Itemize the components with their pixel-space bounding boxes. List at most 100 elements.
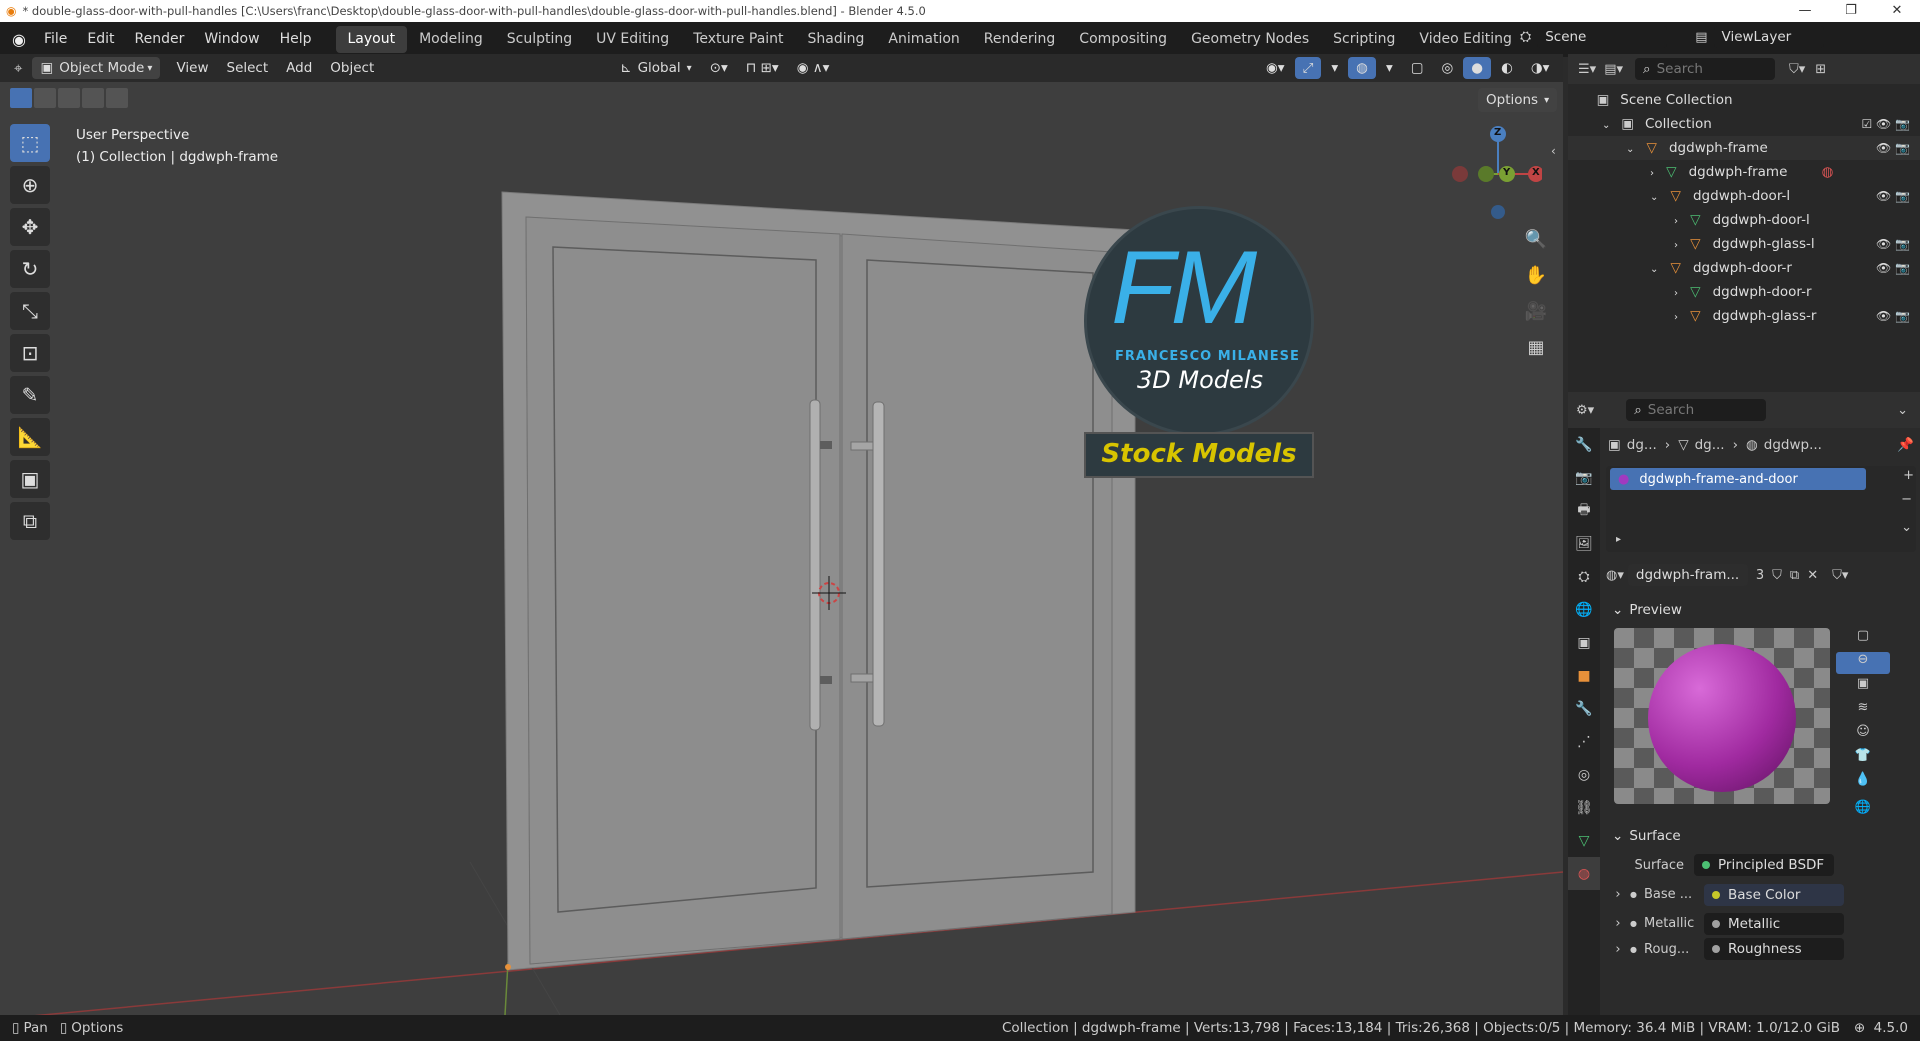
surface-shader-selector[interactable]: Principled BSDF	[1694, 854, 1834, 876]
metallic-input[interactable]: Metallic	[1704, 912, 1844, 935]
viewlayer-selector[interactable]: ViewLayer	[1713, 26, 1824, 48]
maximize-button[interactable]: ❐	[1828, 0, 1874, 22]
remove-slot-icon[interactable]: −	[1901, 492, 1912, 507]
menu-render[interactable]: Render	[125, 22, 195, 57]
tree-row-object[interactable]: › ▽ dgdwph-glass-l 👁 📷	[1568, 232, 1920, 256]
menu-object[interactable]: Object	[322, 57, 382, 79]
material-tab-icon[interactable]: ◍	[1568, 857, 1600, 890]
data-tab-icon[interactable]: ▽	[1568, 824, 1600, 857]
tree-row-scene-collection[interactable]: ▣ Scene Collection	[1568, 88, 1920, 112]
select-subtract-icon[interactable]	[58, 88, 80, 108]
gizmo-dropdown-icon[interactable]: ▾	[1323, 57, 1346, 79]
wireframe-shading-icon[interactable]: ◎	[1433, 57, 1461, 79]
unlink-icon[interactable]: ✕	[1807, 568, 1818, 583]
collection-tab-icon[interactable]: ▣	[1568, 626, 1600, 659]
annotate-tool-icon[interactable]: ✎	[10, 376, 50, 414]
new-collection-icon[interactable]: ⊞	[1815, 62, 1826, 77]
hair-preview-icon[interactable]: ≋	[1836, 700, 1890, 722]
cursor-tool-icon[interactable]: ⊕	[10, 166, 50, 204]
select-intersect-icon[interactable]	[106, 88, 128, 108]
proportional-edit-icon[interactable]: ◉ ∧▾	[789, 57, 838, 79]
tab-compositing[interactable]: Compositing	[1067, 26, 1179, 53]
filter-icon[interactable]: ⛉▾	[1832, 568, 1848, 583]
properties-search[interactable]: ⌕ Search	[1626, 399, 1767, 421]
fake-user-icon[interactable]: ⛉	[1772, 568, 1782, 583]
scene-icon[interactable]: ⛭	[1520, 29, 1531, 45]
orientation-selector[interactable]: ⊾ Global ▾	[612, 57, 699, 79]
particles-tab-icon[interactable]: ⋰	[1568, 725, 1600, 758]
scene-selector[interactable]: Scene	[1537, 26, 1668, 48]
tree-row-mesh[interactable]: › ▽ dgdwph-door-r	[1568, 280, 1920, 304]
tab-sculpting[interactable]: Sculpting	[495, 26, 584, 53]
monkey-preview-icon[interactable]: ☺	[1836, 724, 1890, 746]
editor-type-icon[interactable]: ⌖	[14, 59, 22, 77]
overlay-toggle-icon[interactable]: ◍	[1348, 57, 1376, 79]
visibility-icon[interactable]: ◉▾	[1258, 57, 1293, 79]
sphere-preview-icon[interactable]: ⊖	[1836, 652, 1890, 674]
hand-pan-icon[interactable]: ✋	[1519, 258, 1553, 292]
chevron-right-icon[interactable]: ›	[1606, 916, 1630, 931]
fluid-preview-icon[interactable]: 💧	[1836, 772, 1890, 794]
tab-modeling[interactable]: Modeling	[407, 26, 495, 53]
modifier-tab-icon[interactable]: 🔧	[1568, 692, 1600, 725]
mode-selector[interactable]: ▣ Object Mode ▾	[32, 57, 161, 79]
rotate-tool-icon[interactable]: ↻	[10, 250, 50, 288]
base-color-input[interactable]: Base Color	[1704, 883, 1844, 906]
scene-tab-icon[interactable]: ⛭	[1568, 560, 1600, 593]
perspective-toggle-icon[interactable]: ▦	[1519, 330, 1553, 364]
row-visibility-icons[interactable]: 👁 📷	[1876, 232, 1910, 256]
tab-animation[interactable]: Animation	[876, 26, 971, 53]
chevron-down-icon[interactable]: ⌄	[1897, 403, 1908, 418]
menu-window[interactable]: Window	[194, 22, 269, 57]
duplicate-icon[interactable]: ⧉	[1790, 568, 1799, 583]
physics-tab-icon[interactable]: ◎	[1568, 758, 1600, 791]
row-visibility-icons[interactable]: 👁 📷	[1876, 136, 1910, 160]
filter-icon[interactable]: ⛉▾	[1789, 62, 1805, 77]
select-extend-icon[interactable]	[34, 88, 56, 108]
material-slot-item[interactable]: ● dgdwph-frame-and-door	[1610, 468, 1866, 490]
tree-row-object[interactable]: › ▽ dgdwph-glass-r 👁 📷	[1568, 304, 1920, 328]
chevron-right-icon[interactable]: ›	[1606, 887, 1630, 902]
cloth-preview-icon[interactable]: 👕	[1836, 748, 1890, 770]
menu-help[interactable]: Help	[270, 22, 322, 57]
overlay-dropdown-icon[interactable]: ▾	[1378, 57, 1401, 79]
tree-row-object[interactable]: ⌄ ▽ dgdwph-door-r 👁 📷	[1568, 256, 1920, 280]
render-tab-icon[interactable]: 📷	[1568, 461, 1600, 494]
tab-video-editing[interactable]: Video Editing	[1407, 26, 1523, 53]
constraints-tab-icon[interactable]: ⛓	[1568, 791, 1600, 824]
object-tab-icon[interactable]: ■	[1568, 659, 1600, 692]
menu-file[interactable]: File	[34, 22, 77, 57]
tree-row-object[interactable]: ⌄ ▽ dgdwph-frame 👁 📷	[1568, 136, 1920, 160]
outliner-search[interactable]: ⌕ Search	[1635, 58, 1775, 80]
zoom-icon[interactable]: 🔍	[1519, 222, 1553, 256]
tab-geometry-nodes[interactable]: Geometry Nodes	[1179, 26, 1321, 53]
display-mode-icon[interactable]: ▤▾	[1604, 62, 1623, 77]
options-button[interactable]: Options ▾	[1478, 88, 1558, 112]
menu-edit[interactable]: Edit	[77, 22, 124, 57]
menu-select[interactable]: Select	[219, 57, 277, 79]
select-invert-icon[interactable]	[82, 88, 104, 108]
row-visibility-icons[interactable]: ☑ 👁 📷	[1861, 112, 1910, 136]
tab-uv-editing[interactable]: UV Editing	[584, 26, 681, 53]
tab-texture-paint[interactable]: Texture Paint	[681, 26, 795, 53]
menu-add[interactable]: Add	[278, 57, 320, 79]
tab-layout[interactable]: Layout	[335, 26, 408, 53]
chevron-right-icon[interactable]: ›	[1606, 942, 1630, 957]
row-visibility-icons[interactable]: 👁 📷	[1876, 184, 1910, 208]
view-layer-tab-icon[interactable]: 🖼	[1568, 527, 1600, 560]
tree-row-collection[interactable]: ⌄ ▣ Collection ☑ 👁 📷	[1568, 112, 1920, 136]
transform-tool-icon[interactable]: ⊡	[10, 334, 50, 372]
tree-row-mesh[interactable]: › ▽ dgdwph-frame ◍	[1568, 160, 1920, 184]
scale-tool-icon[interactable]: ⤡	[10, 292, 50, 330]
expand-icon[interactable]: ▸	[1616, 534, 1621, 545]
navigation-gizmo[interactable]: Z X Y	[1452, 122, 1544, 222]
blender-menu-icon[interactable]: ◉	[0, 30, 34, 49]
properties-editor-icon[interactable]: ⚙▾	[1576, 403, 1594, 418]
pivot-icon[interactable]: ⊙▾	[702, 57, 736, 79]
row-visibility-icons[interactable]: 👁 📷	[1876, 256, 1910, 280]
select-new-icon[interactable]	[10, 88, 32, 108]
3d-viewport[interactable]: FM FRANCESCO MILANESE 3D Models Stock Mo…	[0, 82, 1563, 1015]
select-box-tool-icon[interactable]: ⬚	[10, 124, 50, 162]
row-visibility-icons[interactable]: 👁 📷	[1876, 304, 1910, 328]
sidebar-toggle-icon[interactable]: ‹	[1551, 144, 1556, 158]
